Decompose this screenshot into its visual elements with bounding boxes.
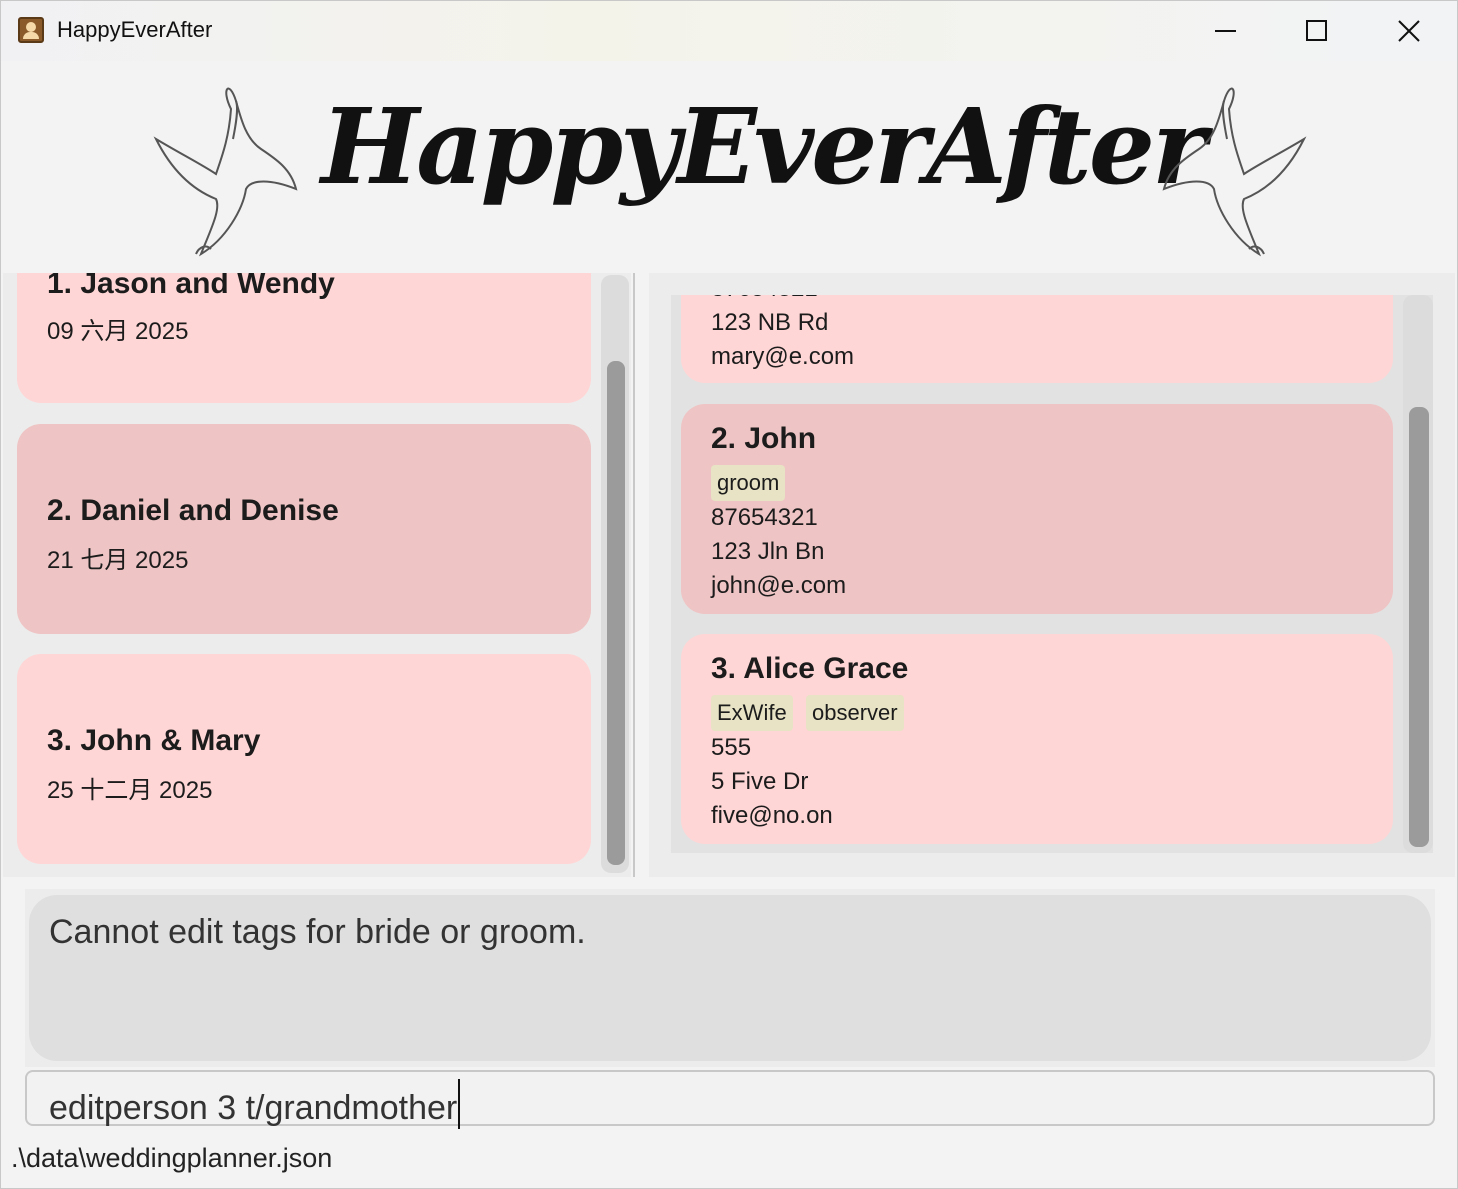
wedding-date: 09 六月 2025 — [47, 318, 189, 345]
text-caret — [458, 1079, 461, 1131]
result-display: Cannot edit tags for bride or groom. — [29, 895, 1431, 1061]
status-bar: .\data\weddingplanner.json — [1, 1129, 1457, 1188]
command-text: editperson 3 t/grandmother — [49, 1089, 458, 1127]
wedding-card[interactable]: 3. John & Mary 25 十二月 2025 — [17, 654, 591, 864]
scrollbar-thumb[interactable] — [607, 361, 625, 865]
wedding-card[interactable]: 2. Daniel and Denise 21 七月 2025 — [17, 424, 591, 634]
data-file-path: .\data\weddingplanner.json — [11, 1143, 333, 1173]
person-phone: 87654321 — [711, 295, 818, 303]
wedding-date: 21 七月 2025 — [47, 547, 189, 574]
maximize-button[interactable] — [1287, 9, 1347, 53]
title-bar: HappyEverAfter — [1, 1, 1457, 61]
window-title: HappyEverAfter — [57, 17, 213, 42]
person-email: john@e.com — [711, 572, 847, 599]
wedding-date: 25 十二月 2025 — [47, 777, 213, 804]
person-list-scrollbar[interactable] — [1403, 295, 1433, 853]
person-name: 2. John — [711, 422, 817, 455]
wedding-card[interactable]: 1. Jason and Wendy 09 六月 2025 — [17, 273, 591, 403]
person-email: five@no.on — [711, 802, 833, 829]
wedding-list-panel: 1. Jason and Wendy 09 六月 2025 2. Daniel … — [3, 273, 631, 877]
maximize-icon — [1306, 20, 1327, 41]
result-message: Cannot edit tags for bride or groom. — [49, 913, 586, 951]
app-window: HappyEverAfter HappyEverAfter 1. Jason a… — [0, 0, 1458, 1189]
person-address: 123 Jln Bn — [711, 538, 825, 565]
minimize-icon — [1215, 30, 1236, 32]
dove-right-icon — [1162, 87, 1307, 257]
person-card[interactable]: 2. John groom 87654321 123 Jln Bn john@e… — [681, 404, 1393, 614]
person-tag: groom — [711, 465, 786, 501]
wedding-title: 2. Daniel and Denise — [47, 494, 339, 527]
wedding-list-scrollbar[interactable] — [601, 275, 629, 873]
person-phone: 87654321 — [711, 504, 818, 531]
banner-logo-title: HappyEverAfter — [321, 85, 1207, 208]
dove-left-icon — [153, 87, 298, 257]
person-phone: 555 — [711, 734, 752, 761]
app-contact-icon — [18, 17, 44, 43]
scrollbar-thumb[interactable] — [1409, 407, 1429, 847]
person-name: 3. Alice Grace — [711, 652, 909, 685]
person-card[interactable]: 87654321 123 NB Rd mary@e.com — [681, 295, 1393, 383]
person-list-panel: 87654321 123 NB Rd mary@e.com 2. John gr… — [671, 295, 1433, 853]
banner: HappyEverAfter — [1, 61, 1457, 273]
close-button[interactable] — [1379, 9, 1439, 53]
minimize-button[interactable] — [1196, 9, 1256, 53]
panel-divider[interactable] — [633, 273, 635, 877]
wedding-title: 3. John & Mary — [47, 724, 261, 757]
command-input-value: editperson 3 t/grandmother — [49, 1079, 461, 1131]
command-input[interactable]: editperson 3 t/grandmother — [25, 1070, 1435, 1131]
close-icon — [1398, 20, 1420, 42]
person-address: 5 Five Dr — [711, 768, 809, 795]
person-tag: ExWife — [711, 695, 793, 731]
person-tag: observer — [806, 695, 904, 731]
wedding-title: 1. Jason and Wendy — [47, 273, 335, 300]
person-email: mary@e.com — [711, 343, 855, 370]
person-address: 123 NB Rd — [711, 309, 829, 336]
person-card[interactable]: 3. Alice Grace ExWife observer 555 5 Fiv… — [681, 634, 1393, 844]
